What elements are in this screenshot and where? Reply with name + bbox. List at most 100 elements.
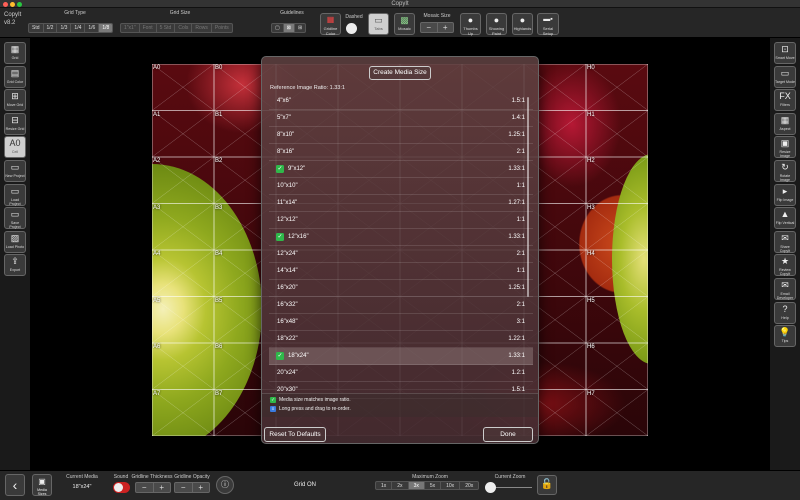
list-scrollbar[interactable] — [527, 97, 529, 297]
create-media-size-button[interactable]: Create Media Size — [369, 66, 431, 80]
grid-size-option[interactable]: 1"x1" — [121, 24, 140, 32]
grid-size-option[interactable]: 5 Std — [157, 24, 176, 32]
media-size-row[interactable]: 11"x14" 1.27:1 — [269, 195, 533, 212]
showing-paint-button[interactable]: ● Showing Paint — [486, 13, 507, 36]
grid-size-option[interactable]: Font — [140, 24, 157, 32]
media-size-row[interactable]: 16"x32" 2:1 — [269, 297, 533, 314]
media-size-row[interactable]: 10"x10" 1:1 — [269, 178, 533, 195]
sidebar-item-new-project[interactable]: ▭ New Project — [4, 160, 26, 182]
sidebar-item-tips[interactable]: 💡 Tips — [774, 325, 796, 348]
sidebar-item-email-developer[interactable]: ✉ Email Developer — [774, 278, 796, 300]
guidelines-selector[interactable]: ▢ ⊠ ⊞ — [271, 23, 307, 33]
sidebar-item-save-project[interactable]: ▭ Save Project — [4, 207, 26, 230]
grid-type-option[interactable]: Std — [29, 24, 44, 32]
media-sizes-button[interactable]: ▣ Media Sizes — [32, 474, 52, 496]
media-size-list[interactable]: 4"x6" 1.5:1 5"x7" 1.4:1 8"x10" 1.25:1 8"x16" 2:… — [269, 93, 533, 425]
grid-size-option[interactable]: Rows — [192, 24, 212, 32]
grid-type-option[interactable]: 1/8 — [99, 24, 113, 32]
grid-cell-label: B5 — [215, 297, 223, 304]
sidebar-item-move-grid[interactable]: ⊞ Move Grid — [4, 89, 26, 112]
zoom-option[interactable]: 2x — [392, 482, 409, 489]
grid-type-option[interactable]: 1/2 — [44, 24, 58, 32]
highlands-button[interactable]: ● Highlands — [512, 13, 533, 35]
current-media-label: Current Media — [66, 474, 98, 480]
media-size-row[interactable]: 12"x24" 2:1 — [269, 246, 533, 263]
tool-label: Highlands — [513, 26, 532, 31]
tool-label: Thumbs Up — [463, 26, 478, 36]
guideline-none-icon[interactable]: ▢ — [272, 24, 284, 32]
back-chevron-icon[interactable]: ‹ — [5, 474, 25, 496]
current-zoom-slider-track[interactable] — [496, 487, 532, 488]
grid-type-option[interactable]: 1/6 — [85, 24, 100, 32]
grid-size-selector[interactable]: 1"x1" Font 5 Std Cols Rows Points — [120, 23, 233, 33]
media-size-row[interactable]: 14"x14" 1:1 — [269, 263, 533, 280]
sidebar-item-export[interactable]: ⇪ Export — [4, 254, 26, 277]
thumbs-up-button[interactable]: ● Thumbs Up — [460, 13, 481, 36]
sidebar-item-label: Move Grid — [6, 103, 24, 108]
zoom-option[interactable]: 1x — [376, 482, 393, 489]
zoom-option[interactable]: 3x — [408, 482, 425, 489]
gridline-color-button[interactable]: ▦ Gridline Color — [320, 13, 341, 36]
current-zoom-slider-knob[interactable] — [485, 482, 496, 493]
mosaic-button[interactable]: ▩ Mosaic — [394, 13, 415, 35]
gridline-opacity-stepper[interactable]: − + — [174, 482, 210, 493]
sidebar-item-smart-move[interactable]: ⊡ Smart Move — [774, 42, 796, 64]
media-size-row[interactable]: 16"x20" 1.25:1 — [269, 280, 533, 297]
grid-type-selector[interactable]: Std 1/2 1/3 1/4 1/6 1/8 — [28, 23, 114, 33]
zoom-option[interactable]: 5x — [425, 482, 442, 489]
sidebar-item-rotate-image[interactable]: ↻ Rotate Image — [774, 160, 796, 182]
media-size-row[interactable]: 20"x24" 1.2:1 — [269, 365, 533, 382]
sidebar-item-resize-image[interactable]: ▣ Resize Image — [774, 136, 796, 159]
zoom-option[interactable]: 20x — [460, 482, 478, 489]
grid-cell-label: H2 — [587, 158, 595, 164]
serial-setup-button[interactable]: ▬▪ Serial Setup — [537, 13, 559, 36]
grid-type-option[interactable]: 1/3 — [57, 24, 72, 32]
media-sizes-icon: ▣ — [38, 477, 46, 486]
sidebar-item-label: Grid — [11, 56, 19, 60]
sidebar-item-filters[interactable]: FX Filters — [774, 89, 796, 112]
tabs-button[interactable]: ▭ Tabs — [368, 13, 389, 35]
grid-size-option[interactable]: Points — [212, 24, 232, 32]
sidebar-item-flip-vertical[interactable]: ▲ Flip Vertical — [774, 207, 796, 230]
sidebar-item-resize-grid[interactable]: ⊟ Resize Grid — [4, 112, 26, 135]
grid-size-label: Grid Size — [169, 10, 191, 16]
mosaic-size-stepper[interactable]: − + — [420, 22, 454, 33]
email-icon: ✉ — [781, 280, 789, 290]
current-zoom-label: Current Zoom — [494, 474, 526, 480]
gridline-thickness-stepper[interactable]: − + — [135, 482, 171, 493]
media-size-row[interactable]: ✓ 9"x12" 1.33:1 — [269, 161, 533, 178]
info-icon[interactable]: ⓘ — [216, 476, 234, 494]
media-size-row[interactable]: ✓ 18"x24" 1.33:1 — [269, 348, 533, 365]
help-icon: ? — [782, 303, 788, 314]
zoom-option[interactable]: 10x — [441, 482, 461, 489]
guideline-cross-icon[interactable]: ⊞ — [295, 24, 305, 32]
sidebar-item-grid[interactable]: ▦ Grid — [4, 42, 26, 64]
done-button[interactable]: Done — [483, 427, 533, 442]
sidebar-item-aspect[interactable]: ▦ Aspect — [774, 112, 796, 135]
unlock-icon[interactable]: 🔓 — [537, 475, 557, 495]
reset-to-defaults-button[interactable]: Reset To Defaults — [264, 427, 326, 442]
dashed-toggle[interactable] — [346, 23, 357, 34]
sidebar-item-review-copyit[interactable]: ★ Review CopyIt — [774, 254, 796, 277]
sidebar-item-share-copyit[interactable]: ✉ Share CopyIt — [774, 230, 796, 253]
media-size-row[interactable]: 4"x6" 1.5:1 — [269, 93, 533, 110]
media-size-row[interactable]: 18"x22" 1.22:1 — [269, 331, 533, 348]
media-size-row[interactable]: 5"x7" 1.4:1 — [269, 110, 533, 127]
grid-type-option[interactable]: 1/4 — [71, 24, 86, 32]
sound-toggle[interactable] — [113, 482, 130, 493]
media-size-row[interactable]: 8"x10" 1.25:1 — [269, 127, 533, 144]
sidebar-item-target-mode[interactable]: ▭ Target Mode — [774, 65, 796, 88]
sidebar-item-help[interactable]: ? Help — [774, 301, 796, 324]
sidebar-item-cell[interactable]: A0 Cell — [4, 136, 26, 159]
sidebar-item-load-project[interactable]: ▭ Load Project — [4, 183, 26, 206]
grid-size-option[interactable]: Cols — [175, 24, 193, 32]
sidebar-item-grid-color[interactable]: ▤ Grid Color — [4, 65, 26, 88]
media-size-row[interactable]: 12"x12" 1:1 — [269, 212, 533, 229]
media-size-row[interactable]: 8"x16" 2:1 — [269, 144, 533, 161]
sidebar-item-flip-image[interactable]: ▸ Flip Image — [774, 183, 796, 206]
sidebar-item-load-photo[interactable]: ▨ Load Photo — [4, 230, 26, 253]
guideline-diag-icon[interactable]: ⊠ — [283, 24, 295, 32]
media-size-row[interactable]: 16"x48" 3:1 — [269, 314, 533, 331]
maximum-zoom-selector[interactable]: 1x 2x 3x 5x 10x 20x — [375, 481, 480, 490]
media-size-row[interactable]: ✓ 12"x16" 1.33:1 — [269, 229, 533, 246]
